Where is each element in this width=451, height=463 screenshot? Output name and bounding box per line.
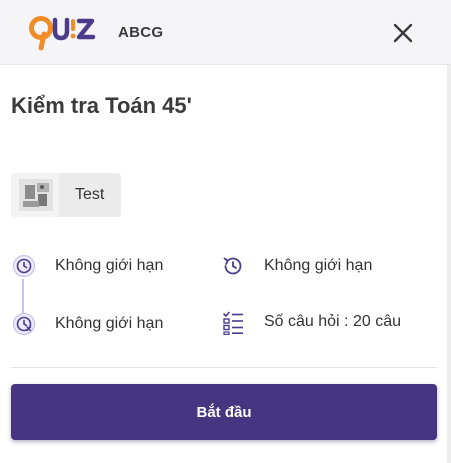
end-time-row: Không giới hạn — [11, 311, 163, 337]
scrollbar-track[interactable] — [447, 65, 451, 463]
question-count-text: Số câu hỏi : 20 câu — [264, 313, 401, 330]
question-count-row: Số câu hỏi : 20 câu — [220, 309, 401, 336]
close-icon — [393, 23, 413, 43]
start-time-row: Không giới hạn — [11, 253, 163, 279]
quiz-tag-chip: Test — [11, 173, 122, 217]
history-icon — [220, 253, 246, 279]
divider — [11, 367, 437, 368]
header-bar: ABCG — [0, 0, 451, 65]
list-icon — [220, 309, 246, 336]
organization-name: ABCG — [118, 24, 164, 41]
duration-text: Không giới hạn — [264, 257, 373, 274]
duration-row: Không giới hạn — [220, 253, 372, 279]
quiz-logo — [28, 14, 96, 52]
start-time-text: Không giới hạn — [55, 257, 164, 274]
thumbnail-icon — [11, 173, 59, 217]
timeline-connector — [22, 279, 24, 313]
quiz-title: Kiểm tra Toán 45' — [11, 93, 192, 118]
quiz-tag-label: Test — [75, 186, 105, 203]
close-button[interactable] — [390, 20, 416, 46]
start-button[interactable]: Bắt đầu — [11, 384, 437, 440]
clock-start-icon — [11, 253, 37, 279]
clock-end-icon — [11, 311, 37, 337]
end-time-text: Không giới hạn — [55, 315, 164, 332]
